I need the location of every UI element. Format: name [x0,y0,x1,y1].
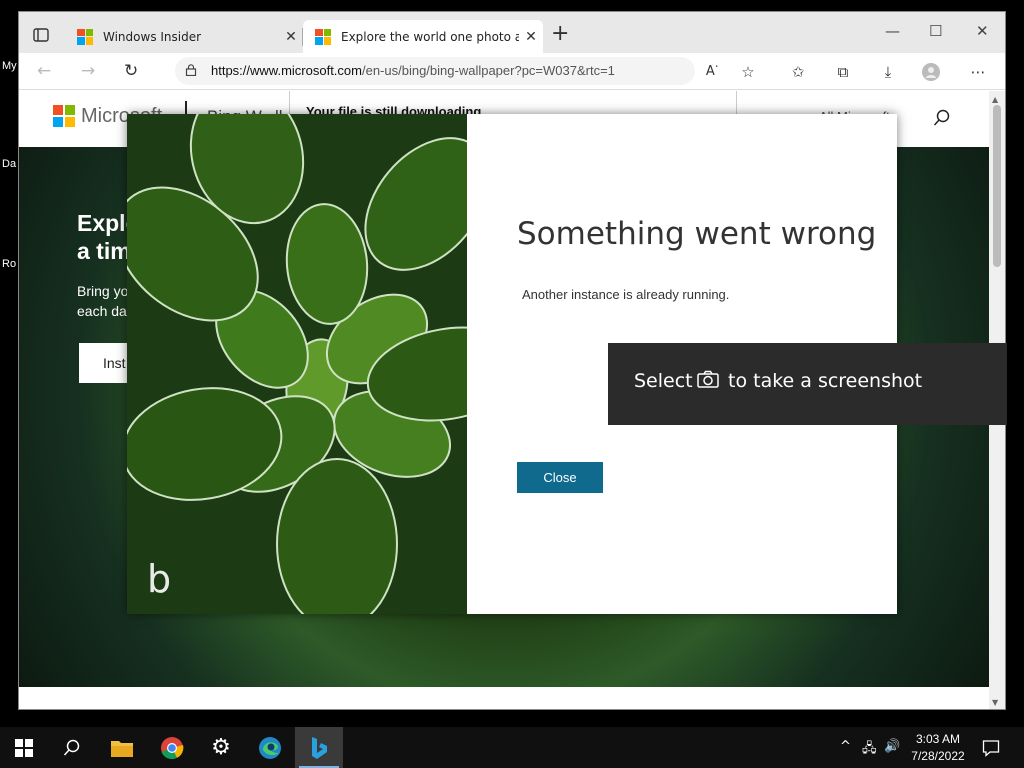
tab-windows-insider[interactable]: Windows Insider ✕ [65,20,303,53]
tab-title: Explore the world one photo at a [341,29,519,44]
browser-toolbar: ← → ↻ https://www.microsoft.com/en-us/bi… [19,53,1005,90]
url-path: /en-us/bing/bing-wallpaper?pc=W037&rtc=1 [361,63,615,78]
lock-icon[interactable] [185,64,197,76]
tab-close-icon[interactable]: ✕ [519,29,543,45]
toast-text-after: to take a screenshot [728,370,923,392]
chrome-icon [161,736,184,759]
scroll-down-icon[interactable]: ▼ [992,698,998,707]
close-button[interactable]: Close [517,462,603,493]
microsoft-favicon-icon [77,28,93,45]
clock-date: 7/28/2022 [911,749,965,763]
scroll-up-icon[interactable]: ▲ [992,95,998,104]
gear-icon: ⚙ [211,735,231,760]
minimize-button[interactable]: — [885,22,900,40]
taskbar-search-button[interactable] [48,727,96,768]
start-button[interactable] [0,727,48,768]
url-host: https://www.microsoft.com [211,63,362,78]
taskbar-bing-wallpaper[interactable] [295,727,343,768]
desktop-icon-label-2[interactable]: Da [2,158,16,170]
new-tab-button[interactable]: + [551,23,569,45]
hero-subtitle: Bring yo each da [77,281,128,321]
dialog-title: Something went wrong [517,216,877,252]
camera-icon [697,370,719,388]
dialog-message: Another instance is already running. [522,287,730,302]
scroll-thumb[interactable] [993,105,1001,267]
clock-time: 3:03 AM [915,732,961,746]
folder-icon [111,740,133,757]
succulent-photo: b [127,114,467,614]
tab-actions-icon[interactable] [31,25,51,45]
read-aloud-icon[interactable]: Aᐝ [703,63,721,81]
tab-bing-wallpaper[interactable]: Explore the world one photo at a ✕ [303,20,543,53]
taskbar-edge[interactable] [246,727,294,768]
microsoft-logo-icon[interactable] [53,105,75,127]
collections-icon[interactable]: ⧉ [834,63,852,81]
notifications-icon[interactable] [982,739,1000,757]
svg-text:b: b [147,557,171,601]
taskbar-settings[interactable]: ⚙ [197,727,245,768]
microsoft-favicon-icon [315,28,331,45]
forward-arrow-icon[interactable]: → [81,61,95,81]
url-text: https://www.microsoft.com/en-us/bing/bin… [211,63,615,78]
tab-strip: Windows Insider ✕ Explore the world one … [19,12,1005,53]
favorites-icon[interactable]: ✩ [789,63,807,81]
close-window-button[interactable]: ✕ [976,22,989,40]
network-icon[interactable]: 🖧 [862,739,877,761]
bing-icon [312,736,327,759]
screenshot-toast: Select to take a screenshot [608,343,1007,425]
system-clock[interactable]: 3:03 AM 7/28/2022 [906,731,970,765]
volume-icon[interactable]: 🔊 [884,739,900,754]
show-hidden-icons-icon[interactable]: ^ [840,739,851,754]
refresh-icon[interactable]: ↻ [124,61,138,81]
address-bar[interactable]: https://www.microsoft.com/en-us/bing/bin… [175,57,695,85]
add-favorite-icon[interactable]: ☆ [739,63,757,81]
tab-close-icon[interactable]: ✕ [279,29,303,45]
hero-sub-line: Bring yo [77,283,129,299]
tab-title: Windows Insider [103,29,202,44]
toast-text-before: Select [634,370,693,392]
desktop-icon-label-1[interactable]: My [2,60,17,72]
hero-sub-line: each da [77,303,127,319]
maximize-button[interactable]: ☐ [929,22,942,40]
search-icon[interactable] [933,109,951,127]
taskbar: ⚙ ^ 🖧 🔊 3:03 AM 7/28/2022 [0,727,1024,768]
profile-avatar-icon[interactable] [922,63,940,81]
search-icon [63,739,80,756]
taskbar-file-explorer[interactable] [98,727,146,768]
back-arrow-icon[interactable]: ← [37,61,51,81]
desktop-icon-label-3[interactable]: Ro [2,258,16,270]
windows-logo-icon [15,738,33,757]
more-options-icon[interactable]: ⋯ [969,63,987,81]
downloads-icon[interactable]: ⤓ [879,63,897,81]
edge-icon [259,736,281,759]
taskbar-chrome[interactable] [148,727,196,768]
